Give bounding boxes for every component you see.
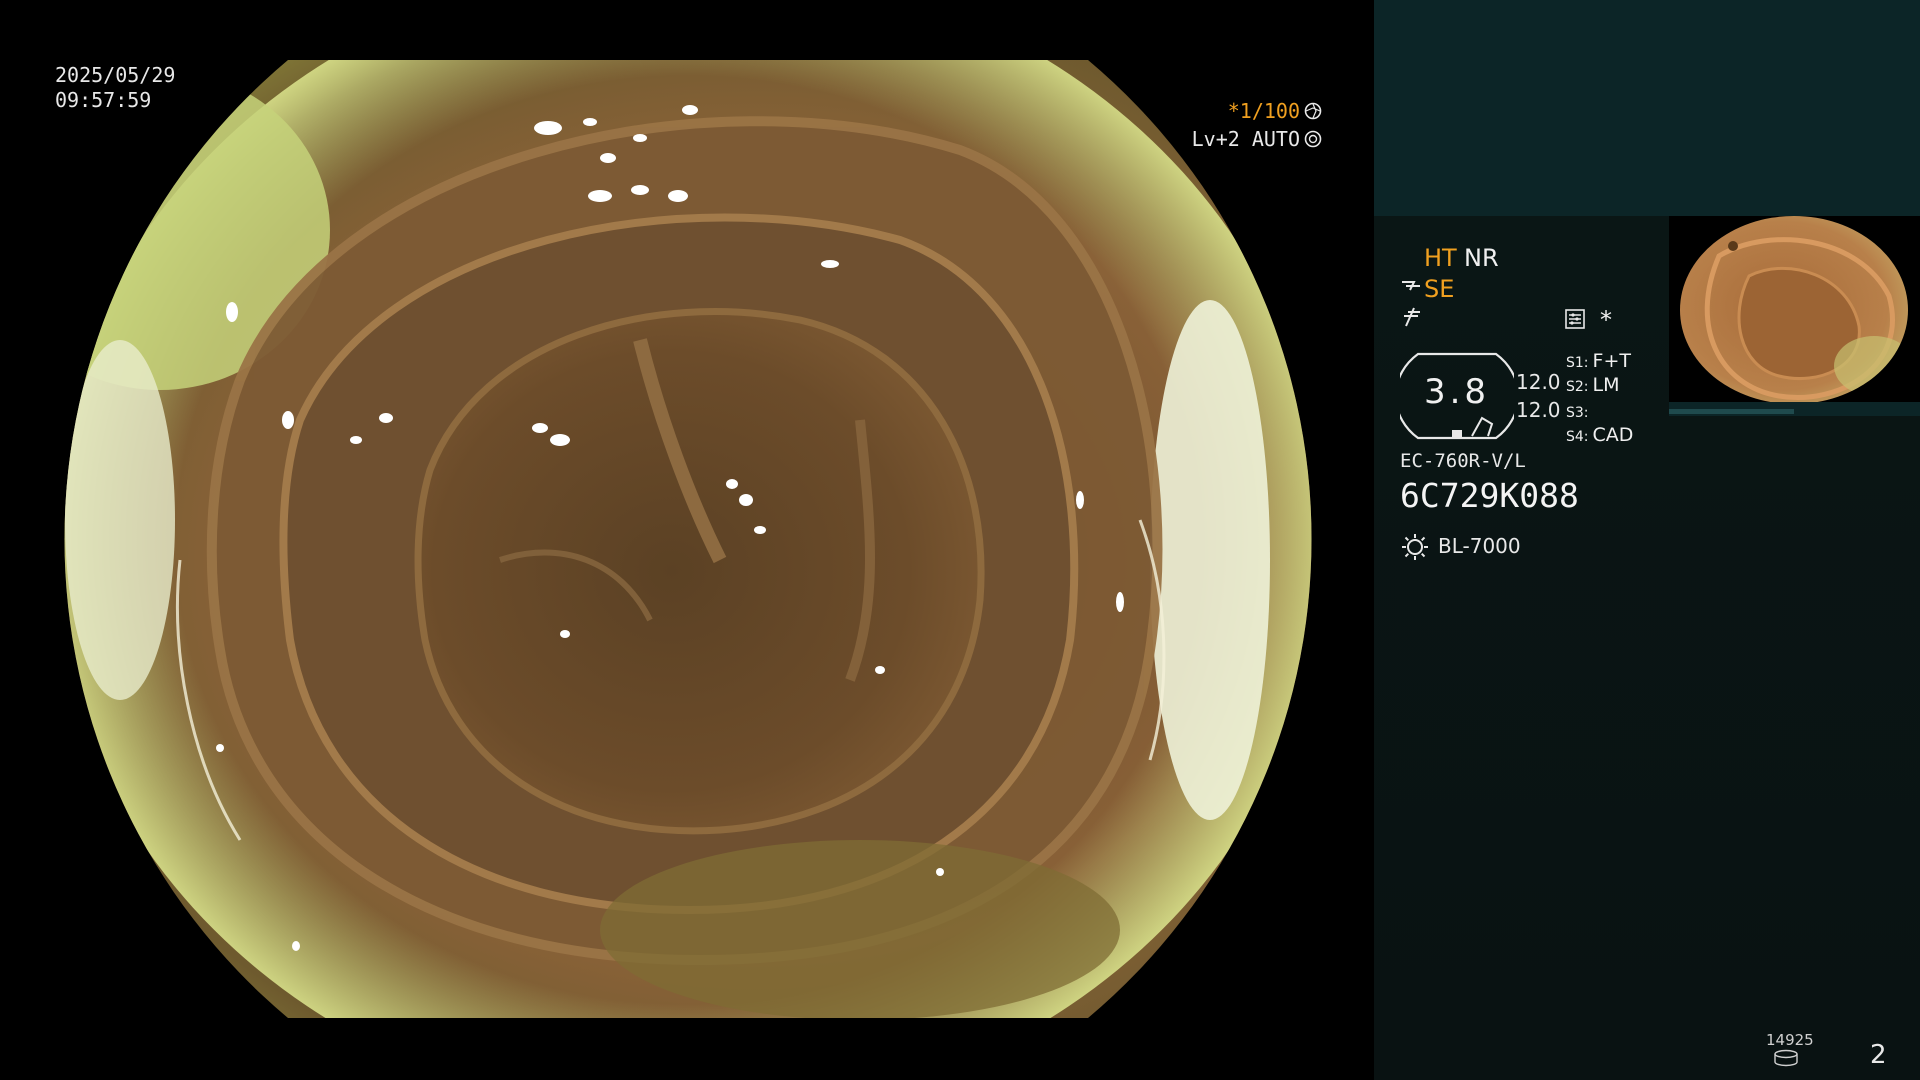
light-source-icon bbox=[1402, 534, 1428, 560]
colon-lumen-image bbox=[64, 60, 1312, 1018]
info-panel: HT NR SE * 3.8 12.0 12.0 S1: F+T S2: LM … bbox=[1374, 0, 1920, 1080]
disk-icon bbox=[1774, 1049, 1798, 1067]
capture-time: 09:57:59 bbox=[55, 88, 152, 112]
freeze-icon bbox=[1404, 307, 1420, 327]
captured-image-thumbnail[interactable] bbox=[1669, 216, 1920, 416]
scope-serial-number: 6C729K088 bbox=[1400, 476, 1579, 515]
exposure-ring-icon bbox=[1304, 130, 1322, 148]
exposure-indicator: Lv+2 AUTO bbox=[1192, 127, 1322, 151]
switch-key: S1: bbox=[1566, 355, 1589, 371]
se-mode-label: SE bbox=[1424, 275, 1455, 303]
setting-value-a: 12.0 bbox=[1516, 370, 1561, 394]
shutter-speed-indicator: *1/100 bbox=[1228, 99, 1322, 123]
switch-value: F+T bbox=[1592, 350, 1631, 372]
switch-s2: S2: LM bbox=[1566, 374, 1620, 396]
switch-value: LM bbox=[1592, 374, 1620, 396]
setting-value-b: 12.0 bbox=[1516, 398, 1561, 422]
switch-key: S2: bbox=[1566, 379, 1589, 395]
image-count: 14925 bbox=[1766, 1031, 1814, 1049]
page-number: 2 bbox=[1870, 1040, 1887, 1070]
zoom-value: 3.8 bbox=[1423, 372, 1491, 412]
light-source-model: BL-7000 bbox=[1438, 534, 1521, 558]
info-panel-header bbox=[1374, 0, 1920, 216]
se-scope-icon bbox=[1402, 281, 1420, 291]
star-indicator: * bbox=[1600, 306, 1612, 334]
switch-value: CAD bbox=[1592, 424, 1634, 446]
exposure-value: Lv+2 AUTO bbox=[1191, 127, 1300, 151]
endoscopy-screen: 2025/05/29 09:57:59 *1/100 Lv+2 AUTO HT … bbox=[0, 0, 1920, 1080]
switch-s3: S3: bbox=[1566, 400, 1593, 422]
thumbnail-progress-line bbox=[1669, 409, 1794, 414]
endoscope-live-view: 2025/05/29 09:57:59 *1/100 Lv+2 AUTO bbox=[0, 0, 1374, 1080]
zoom-badge: 3.8 bbox=[1394, 350, 1520, 442]
ht-mode-label: HT bbox=[1424, 244, 1457, 272]
switch-key: S4: bbox=[1566, 429, 1589, 445]
shutter-speed-value: *1/100 bbox=[1227, 99, 1300, 123]
settings-icon bbox=[1565, 309, 1585, 329]
shutter-ring-icon bbox=[1304, 102, 1322, 120]
capture-date: 2025/05/29 bbox=[55, 63, 176, 87]
nr-mode-label: NR bbox=[1464, 244, 1499, 272]
scope-model: EC-760R-V/L bbox=[1400, 450, 1526, 472]
switch-key: S3: bbox=[1566, 405, 1589, 421]
switch-s1: S1: F+T bbox=[1566, 350, 1631, 372]
switch-s4: S4: CAD bbox=[1566, 424, 1633, 446]
